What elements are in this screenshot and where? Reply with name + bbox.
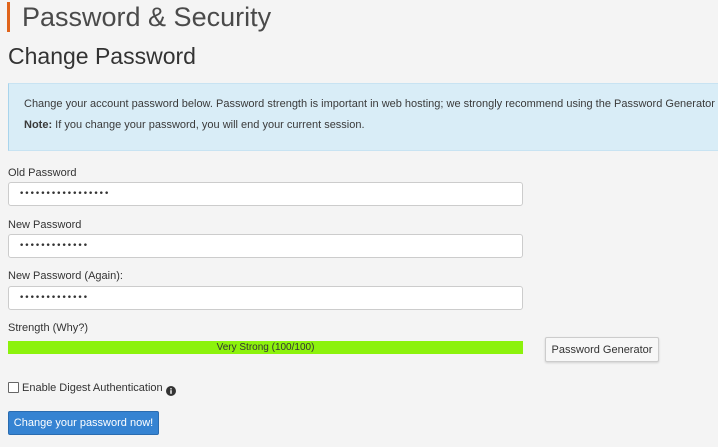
new-password-label: New Password [8,219,82,231]
digest-auth-checkbox[interactable] [8,382,19,394]
strength-meter: Very Strong (100/100) [8,341,523,354]
change-password-button[interactable]: Change your password now! [8,411,159,435]
digest-auth-label[interactable]: Enable Digest Authentication [22,381,163,395]
old-password-field[interactable] [8,182,523,206]
digest-auth-row: Enable Digest Authentication [8,379,176,396]
info-notice: Change your account password below. Pass… [8,83,718,151]
page-header: Password & Security [7,2,271,32]
page-title: Password & Security [22,2,272,32]
notice-text: Change your account password below. Pass… [24,98,718,110]
note-text: If you change your password, you will en… [52,119,365,131]
note-label: Note: [24,119,53,131]
info-circle-icon[interactable] [165,383,176,396]
new-password-again-label: New Password (Again): [8,270,123,282]
new-password-field[interactable] [8,234,523,258]
new-password-again-field[interactable] [8,286,523,310]
notice-note: Note: If you change your password, you w… [24,118,365,132]
strength-label: Strength (Why?) [8,322,89,334]
section-title: Change Password [8,43,196,69]
password-generator-button[interactable]: Password Generator [545,337,659,362]
old-password-label: Old Password [8,167,77,179]
strength-meter-text: Very Strong (100/100) [216,342,315,353]
